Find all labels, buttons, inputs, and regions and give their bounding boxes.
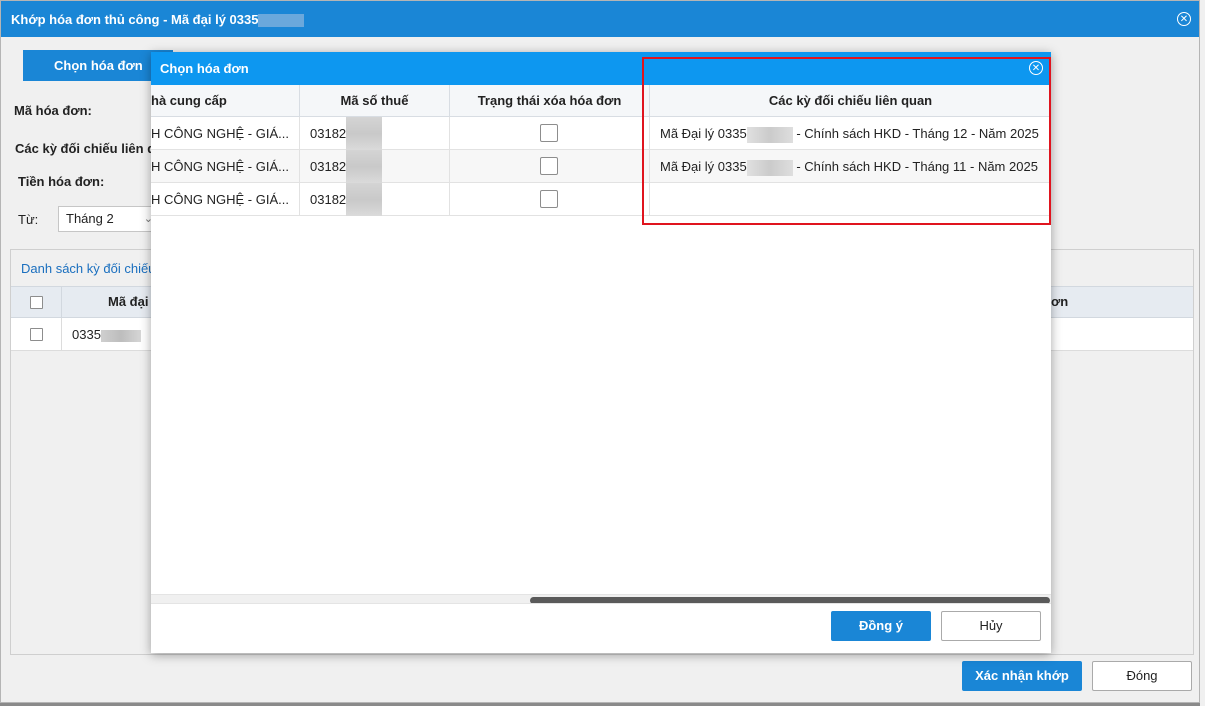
dialog-title-text: Khớp hóa đơn thủ công - Mã đại lý 0335: [11, 12, 259, 27]
agent-code-column-header: Mã đại: [108, 294, 149, 309]
redacted-tax-code: [346, 117, 383, 150]
invoice-code-label: Mã hóa đơn:: [14, 103, 92, 118]
confirm-match-button[interactable]: Xác nhận khớp: [962, 661, 1082, 691]
delete-status-checkbox[interactable]: [540, 124, 558, 142]
redacted-agent-code: [746, 159, 793, 176]
redacted-tax-code: [346, 150, 383, 183]
redacted-tax-code: [346, 183, 383, 216]
table-row[interactable]: H CÔNG NGHỆ - GIÁ... 03182 Mã Đại lý 033…: [151, 117, 1051, 150]
cancel-button[interactable]: Hủy: [941, 611, 1041, 641]
provider-cell: H CÔNG NGHỆ - GIÁ...: [151, 117, 300, 150]
agent-code-text: 0335: [72, 327, 101, 342]
tax-code-text: 03182: [310, 192, 347, 207]
redacted-agent-code: [746, 126, 793, 143]
from-label: Từ:: [18, 212, 39, 227]
related-periods-cell: Mã Đại lý 0335 - Chính sách HKD - Tháng …: [650, 117, 1051, 150]
delete-status-checkbox[interactable]: [540, 157, 558, 175]
related-periods-cell: Mã Đại lý 0335 - Chính sách HKD - Tháng …: [650, 150, 1051, 183]
provider-cell: H CÔNG NGHỆ - GIÁ...: [151, 150, 300, 183]
dialog-header: Khớp hóa đơn thủ công - Mã đại lý 0335 ✕: [1, 1, 1199, 37]
invoice-grid: hà cung cấp Mã số thuế Trạng thái xóa hó…: [151, 85, 1051, 635]
row-checkbox[interactable]: [30, 328, 43, 341]
modal-header: Chọn hóa đơn ✕: [151, 52, 1051, 85]
close-icon[interactable]: ✕: [1177, 12, 1191, 26]
tax-code-text: 03182: [310, 159, 347, 174]
modal-title: Chọn hóa đơn: [160, 61, 249, 76]
provider-column-header: hà cung cấp: [151, 85, 300, 117]
select-all-checkbox[interactable]: [30, 296, 43, 309]
period-text: Mã Đại lý 0335: [660, 126, 747, 141]
related-periods-cell: [650, 183, 1051, 216]
delete-status-column-header: Trạng thái xóa hóa đơn: [450, 85, 650, 117]
tax-code-text: 03182: [310, 126, 347, 141]
related-periods-column-header: Các kỳ đối chiếu liên quan: [768, 93, 933, 108]
redacted-agent-code: [100, 329, 141, 342]
period-suffix-text: - Chính sách HKD - Tháng 12 - Năm 2025: [796, 126, 1039, 141]
column-divider: [61, 287, 62, 317]
from-month-value: Tháng 2: [66, 211, 114, 226]
redacted-agent-code: [258, 14, 305, 28]
provider-cell: H CÔNG NGHỆ - GIÁ...: [151, 183, 300, 216]
tax-code-cell: 03182: [300, 183, 450, 216]
grid-header: hà cung cấp Mã số thuế Trạng thái xóa hó…: [151, 85, 1051, 117]
select-invoice-modal: Chọn hóa đơn ✕ hà cung cấp Mã số thuế Tr…: [151, 52, 1051, 653]
ok-button[interactable]: Đồng ý: [831, 611, 931, 641]
column-divider: [61, 318, 62, 350]
close-icon[interactable]: ✕: [1029, 61, 1043, 75]
tax-code-cell: 03182: [300, 150, 450, 183]
delete-status-cell: [450, 117, 650, 150]
table-row[interactable]: H CÔNG NGHỆ - GIÁ... 03182: [151, 183, 1051, 216]
invoice-column-header: ơn: [1051, 294, 1069, 309]
related-periods-label: Các kỳ đối chiếu liên q: [15, 141, 156, 156]
table-row[interactable]: H CÔNG NGHỆ - GIÁ... 03182 Mã Đại lý 033…: [151, 150, 1051, 183]
period-text: Mã Đại lý 0335: [660, 159, 747, 174]
dialog-title: Khớp hóa đơn thủ công - Mã đại lý 0335: [11, 12, 305, 28]
close-button[interactable]: Đóng: [1092, 661, 1192, 691]
invoice-amount-label: Tiền hóa đơn:: [18, 174, 105, 189]
agent-code-cell: 0335: [72, 327, 141, 342]
footer-divider: [151, 603, 1051, 604]
delete-status-checkbox[interactable]: [540, 190, 558, 208]
delete-status-cell: [450, 150, 650, 183]
from-month-select[interactable]: Tháng 2 ⌄: [58, 206, 158, 232]
delete-status-cell: [450, 183, 650, 216]
period-suffix-text: - Chính sách HKD - Tháng 11 - Năm 2025: [796, 159, 1038, 174]
tax-code-column-header: Mã số thuế: [300, 85, 450, 117]
background-edge: [1200, 0, 1205, 706]
tax-code-cell: 03182: [300, 117, 450, 150]
period-list-title: Danh sách kỳ đối chiếu: [21, 261, 156, 276]
